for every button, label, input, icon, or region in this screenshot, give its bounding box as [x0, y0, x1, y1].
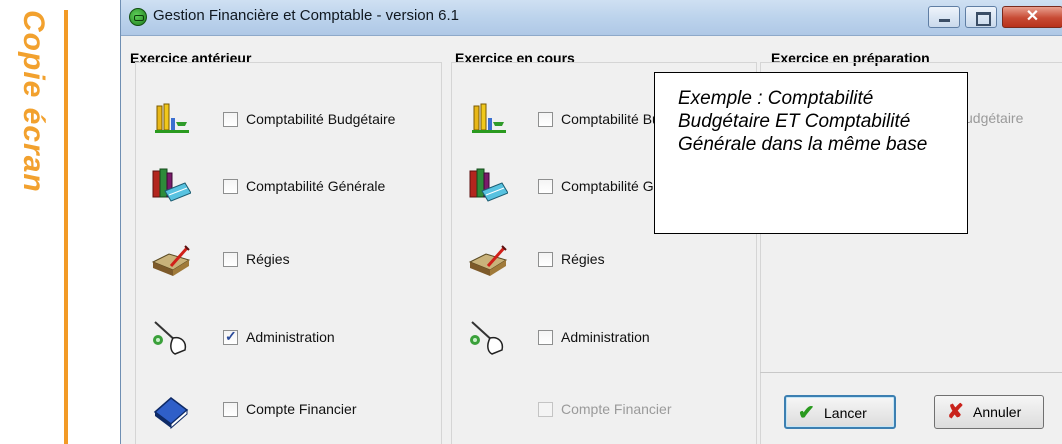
option-administration-current[interactable]: Administration — [468, 318, 708, 358]
option-administration[interactable]: Administration — [151, 318, 431, 358]
checkbox-checked[interactable] — [223, 328, 238, 345]
annotation-note: Exemple : Comptabilité Budgétaire ET Com… — [654, 72, 968, 234]
cross-icon: ✘ — [947, 401, 964, 423]
checkbox[interactable] — [223, 252, 238, 267]
admin-hand-icon — [153, 321, 187, 355]
window-title: Gestion Financière et Comptable - versio… — [153, 7, 459, 24]
option-label: Régies — [246, 251, 290, 267]
checkbox[interactable] — [223, 112, 238, 127]
checkbox[interactable] — [538, 330, 553, 345]
side-caption-text: Copie écran — [17, 10, 50, 193]
option-label: Régies — [561, 251, 605, 267]
close-icon: ✕ — [1025, 8, 1040, 25]
checkbox[interactable] — [538, 112, 553, 127]
option-compte-financier[interactable]: Compte Financier — [151, 390, 431, 430]
option-label: Administration — [246, 329, 335, 345]
option-regies-current[interactable]: Régies — [468, 240, 708, 280]
blue-book-icon — [153, 397, 189, 430]
side-divider — [64, 10, 68, 444]
checkbox[interactable] — [538, 252, 553, 267]
checkbox[interactable] — [223, 179, 238, 194]
button-area-divider — [760, 372, 1062, 373]
annuler-button[interactable]: ✘ Annuler — [934, 395, 1044, 429]
option-label: Compte Financier — [246, 401, 357, 417]
budget-icon — [155, 103, 189, 133]
checkbox[interactable] — [223, 402, 238, 417]
side-caption: Copie écran — [17, 10, 60, 200]
ledger-pen-icon — [468, 245, 508, 276]
books-icon — [469, 168, 508, 202]
annuler-label: Annuler — [973, 404, 1022, 420]
option-label: Comptabilité Budgétaire — [246, 111, 396, 127]
checkbox-disabled — [538, 402, 553, 417]
lancer-button[interactable]: ✔ Lancer — [784, 395, 896, 429]
ledger-pen-icon — [151, 245, 191, 276]
option-label: Compte Financier — [561, 401, 672, 417]
lancer-label: Lancer — [824, 405, 867, 421]
title-bar[interactable]: Gestion Financière et Comptable - versio… — [121, 0, 1062, 36]
admin-hand-icon — [470, 321, 504, 355]
option-regies[interactable]: Régies — [151, 240, 431, 280]
option-label: Comptabilité Générale — [246, 178, 386, 194]
maximize-button[interactable] — [965, 6, 997, 28]
close-button[interactable]: ✕ — [1002, 6, 1062, 28]
screenshot-stage: Copie écran Gestion Financière et Compta… — [0, 0, 1062, 444]
checkbox[interactable] — [538, 179, 553, 194]
budget-icon — [472, 103, 506, 133]
checkmark-icon: ✔ — [798, 402, 815, 424]
minimize-button[interactable] — [928, 6, 960, 28]
annotation-text: Exemple : Comptabilité Budgétaire ET Com… — [678, 88, 928, 155]
option-comptabilite-generale[interactable]: Comptabilité Générale — [151, 167, 431, 207]
books-icon — [152, 168, 191, 202]
option-comptabilite-budgetaire[interactable]: Comptabilité Budgétaire — [151, 100, 431, 140]
option-label-hidden: udgétaire — [965, 110, 1024, 126]
option-label: Administration — [561, 329, 650, 345]
option-compte-financier-current: Compte Financier — [468, 390, 708, 430]
app-icon — [129, 8, 147, 26]
